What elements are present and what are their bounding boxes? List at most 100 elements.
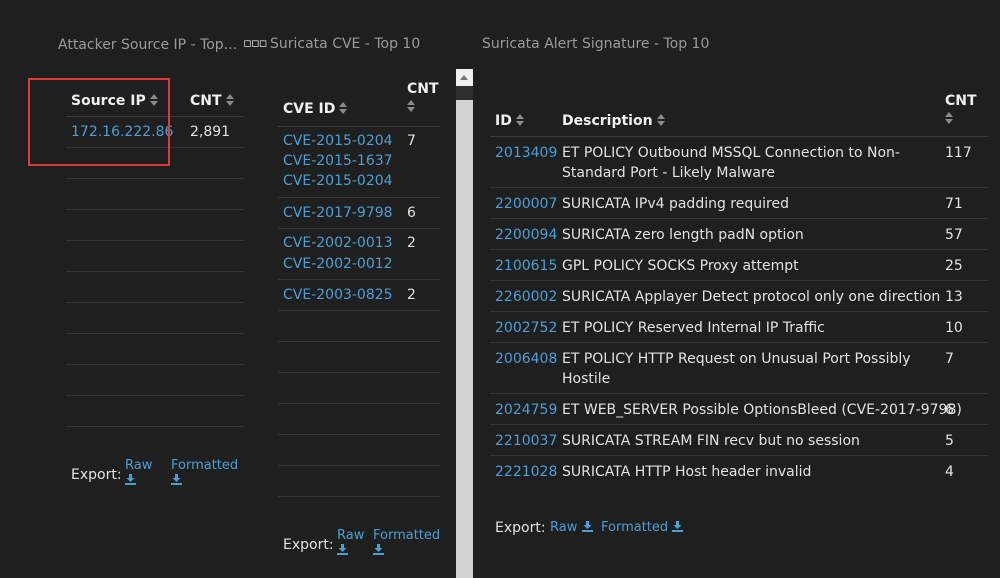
export-raw-label: Raw [125,458,153,473]
table-divider [278,465,440,466]
signature-id-link[interactable]: 2200094 [495,225,557,245]
table-divider [66,209,244,210]
export-formatted-link[interactable]: Formatted [171,458,238,488]
table-divider [490,187,988,188]
export-raw-link[interactable]: Raw [337,528,364,558]
table-divider [278,197,440,198]
table-divider [490,280,988,281]
cve-cnt: 6 [407,205,416,221]
download-icon [373,544,384,555]
sort-icon[interactable] [407,100,415,112]
signature-id-link[interactable]: 2002752 [495,318,557,338]
signature-id-link[interactable]: 2100615 [495,256,557,276]
signature-description: ET POLICY Reserved Internal IP Traffic [562,320,825,336]
signature-id-link[interactable]: 2260002 [495,287,557,307]
table-divider [278,228,440,229]
export-formatted-link[interactable]: Formatted [373,528,440,558]
signature-panel-title: Suricata Alert Signature - Top 10 [482,36,710,52]
export-formatted-label: Formatted [171,458,239,473]
highlight-box [28,78,170,166]
table-divider [278,372,440,373]
col-header-description[interactable]: Description [562,113,665,129]
export-formatted-link[interactable]: Formatted [601,520,684,535]
signature-id-link[interactable]: 2013409 [495,143,557,163]
ellipsis-icon[interactable]: ▫▫▫ [243,36,267,51]
cve-id-link[interactable]: CVE-2015-1637 [283,151,393,171]
export-formatted-label: Formatted [373,528,441,543]
cve-id-link[interactable]: CVE-2002-0012 [283,254,393,274]
signature-description: SURICATA Applayer Detect protocol only o… [562,289,941,305]
attacker-cnt: 2,891 [190,124,231,140]
sort-icon[interactable] [339,102,348,114]
table-divider [490,424,988,425]
sort-icon[interactable] [515,114,524,126]
table-divider [66,364,244,365]
sort-icon[interactable] [656,114,665,126]
table-divider [490,136,988,137]
cve-id-link[interactable]: CVE-2015-0204 [283,131,393,151]
signature-cnt: 71 [945,196,963,212]
col-header-cve-id[interactable]: CVE ID [283,101,348,117]
cve-panel-title: Suricata CVE - Top 10 [270,36,421,52]
signature-cnt: 7 [945,351,954,367]
signature-description: ET WEB_SERVER Possible OptionsBleed (CVE… [562,402,962,418]
sort-icon[interactable] [225,94,234,106]
export-raw-link[interactable]: Raw [550,520,593,535]
signature-cnt: 6 [945,402,954,418]
signature-cnt: 57 [945,227,963,243]
sort-icon[interactable] [945,112,953,124]
signature-id-link[interactable]: 2200007 [495,194,557,214]
export-raw-label: Raw [337,528,365,543]
signature-id-link[interactable]: 2006408 [495,349,557,369]
cve-id-link[interactable]: CVE-2002-0013 [283,233,393,253]
scroll-up-arrow-icon[interactable] [456,69,473,86]
export-label: Export: [71,467,122,483]
signature-description: SURICATA HTTP Host header invalid [562,464,812,480]
col-header-label: ID [495,113,512,129]
col-header-label: CNT [407,81,439,97]
signature-description: SURICATA IPv4 padding required [562,196,789,212]
table-divider [66,302,244,303]
export-label: Export: [495,520,546,536]
signature-cnt: 25 [945,258,963,274]
table-divider [66,178,244,179]
signature-description: SURICATA zero length padN option [562,227,804,243]
table-divider [490,218,988,219]
signature-cnt: 5 [945,433,954,449]
download-icon [337,544,348,555]
scrollbar-thumb[interactable] [456,100,473,578]
table-divider [278,310,440,311]
download-icon [125,474,136,485]
cve-id-link[interactable]: CVE-2015-0204 [283,171,393,191]
signature-description: GPL POLICY SOCKS Proxy attempt [562,258,799,274]
table-divider [490,249,988,250]
signature-description: ET POLICY HTTP Request on Unusual Port P… [562,351,911,387]
signature-description: SURICATA STREAM FIN recv but no session [562,433,860,449]
table-divider [490,342,988,343]
signature-cnt: 13 [945,289,963,305]
col-header-cnt[interactable]: CNT [190,93,234,109]
col-header-label: CNT [190,93,222,109]
signature-id-link[interactable]: 2210037 [495,431,557,451]
col-header-cnt[interactable]: CNT [945,93,977,124]
cve-cnt: 2 [407,287,416,303]
col-header-cnt[interactable]: CNT [407,81,439,112]
table-divider [66,240,244,241]
signature-cnt: 4 [945,464,954,480]
col-header-label: CNT [945,93,977,109]
cve-cnt: 2 [407,235,416,251]
table-divider [66,271,244,272]
signature-id-link[interactable]: 2221028 [495,462,557,482]
cve-id-link[interactable]: CVE-2017-9798 [283,203,393,223]
col-header-id[interactable]: ID [495,113,524,129]
attacker-title-text: Attacker Source IP - Top... [58,37,238,53]
signature-cnt: 10 [945,320,963,336]
export-formatted-label: Formatted [601,520,669,535]
cve-cnt: 7 [407,133,416,149]
table-divider [278,341,440,342]
cve-id-link[interactable]: CVE-2003-0825 [283,285,393,305]
signature-id-link[interactable]: 2024759 [495,400,557,420]
export-raw-link[interactable]: Raw [125,458,152,488]
export-raw-label: Raw [550,520,578,535]
table-divider [66,333,244,334]
